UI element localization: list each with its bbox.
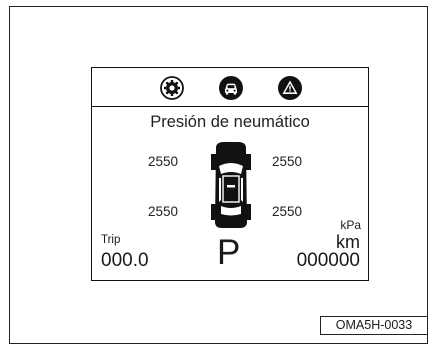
warning-triangle-icon[interactable] <box>277 75 303 101</box>
tire-pressure-front-left: 2550 <box>148 154 179 169</box>
screen-title: Presión de neumático <box>150 113 310 131</box>
mode-icon-bar <box>92 68 368 107</box>
gear-indicator: P <box>217 233 241 272</box>
figure-code: OMA5H-0033 <box>320 316 428 335</box>
tire-pressure-rear-right: 2550 <box>272 204 303 219</box>
tire-pressure-front-right: 2550 <box>272 154 303 169</box>
odometer-value: 000000 <box>296 250 360 271</box>
figure-frame-bottom <box>9 343 428 344</box>
car-top-view-icon <box>211 142 251 228</box>
pressure-unit: kPa <box>340 218 361 232</box>
trip-label: Trip <box>101 234 121 246</box>
tire-pressure-rear-left: 2550 <box>148 204 179 219</box>
car-icon[interactable] <box>218 75 244 101</box>
trip-value: 000.0 <box>101 250 149 271</box>
gear-icon[interactable] <box>159 75 185 101</box>
cluster-display: Presión de neumático 2550 2550 2550 2550… <box>91 67 369 281</box>
